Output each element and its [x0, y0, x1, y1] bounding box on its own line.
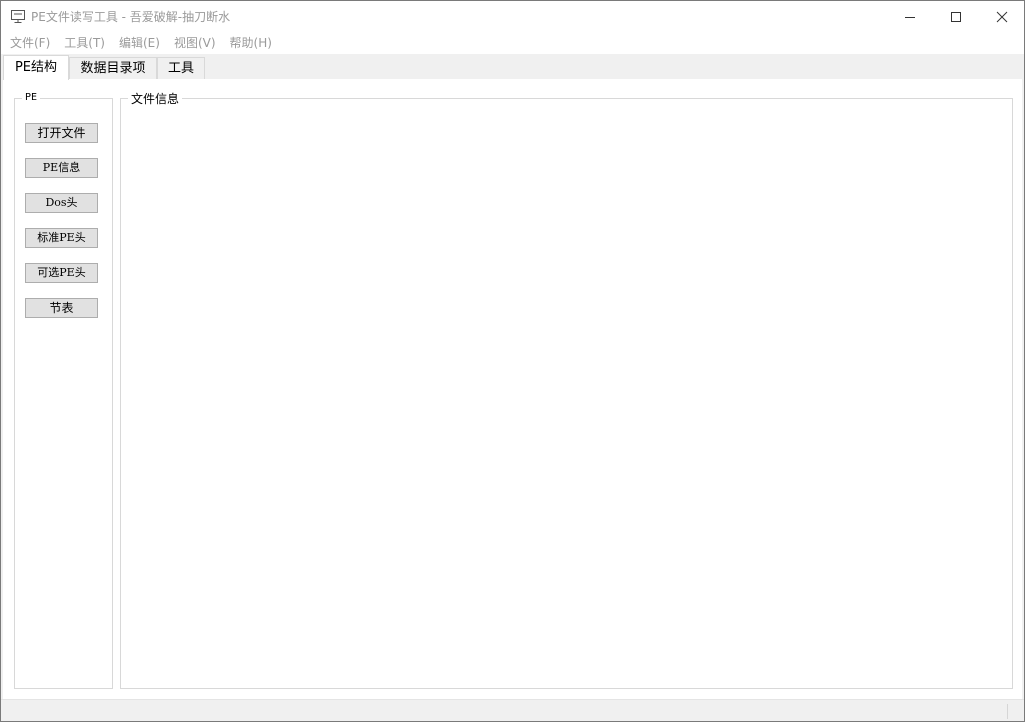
optional-pe-header-button[interactable]: 可选PE头 [25, 263, 98, 283]
title-bar[interactable]: PE文件读写工具 - 吾爱破解-抽刀断水 [1, 1, 1024, 32]
tab-tools[interactable]: 工具 [157, 57, 205, 80]
tab-strip: PE结构 数据目录项 工具 [1, 54, 1024, 80]
maximize-icon [951, 11, 961, 22]
file-info-caption: 文件信息 [128, 90, 183, 107]
tab-data-directory[interactable]: 数据目录项 [69, 57, 157, 80]
tab-page-pe-structure: PE 打开文件 PE信息 Dos头 标准PE头 可选PE头 节表 文件信息 [3, 79, 1022, 699]
pe-info-button[interactable]: PE信息 [25, 158, 98, 178]
file-info-group: 文件信息 [120, 90, 1013, 689]
menu-tools[interactable]: 工具(T) [57, 33, 112, 53]
minimize-icon [905, 16, 915, 18]
window-title: PE文件读写工具 - 吾爱破解-抽刀断水 [31, 10, 231, 24]
menu-help[interactable]: 帮助(H) [223, 33, 279, 53]
minimize-button[interactable] [887, 1, 933, 32]
maximize-button[interactable] [933, 1, 979, 32]
menu-edit[interactable]: 编辑(E) [112, 33, 167, 53]
standard-pe-header-button[interactable]: 标准PE头 [25, 228, 98, 248]
monitor-icon [10, 9, 26, 25]
pe-group-caption: PE [22, 92, 41, 103]
close-button[interactable] [979, 1, 1024, 32]
open-file-button[interactable]: 打开文件 [25, 123, 98, 143]
section-table-button[interactable]: 节表 [25, 298, 98, 318]
status-bar [1, 699, 1024, 721]
menu-view[interactable]: 视图(V) [167, 33, 223, 53]
menu-file[interactable]: 文件(F) [3, 33, 57, 53]
menu-bar: 文件(F) 工具(T) 编辑(E) 视图(V) 帮助(H) [1, 32, 1024, 54]
close-icon [996, 11, 1008, 22]
pe-group: PE 打开文件 PE信息 Dos头 标准PE头 可选PE头 节表 [14, 92, 113, 689]
dos-header-button[interactable]: Dos头 [25, 193, 98, 213]
app-window: PE文件读写工具 - 吾爱破解-抽刀断水 文件(F) 工具(T) 编辑(E) 视… [0, 0, 1025, 722]
tab-pe-structure[interactable]: PE结构 [3, 55, 69, 80]
status-separator [1007, 704, 1008, 719]
